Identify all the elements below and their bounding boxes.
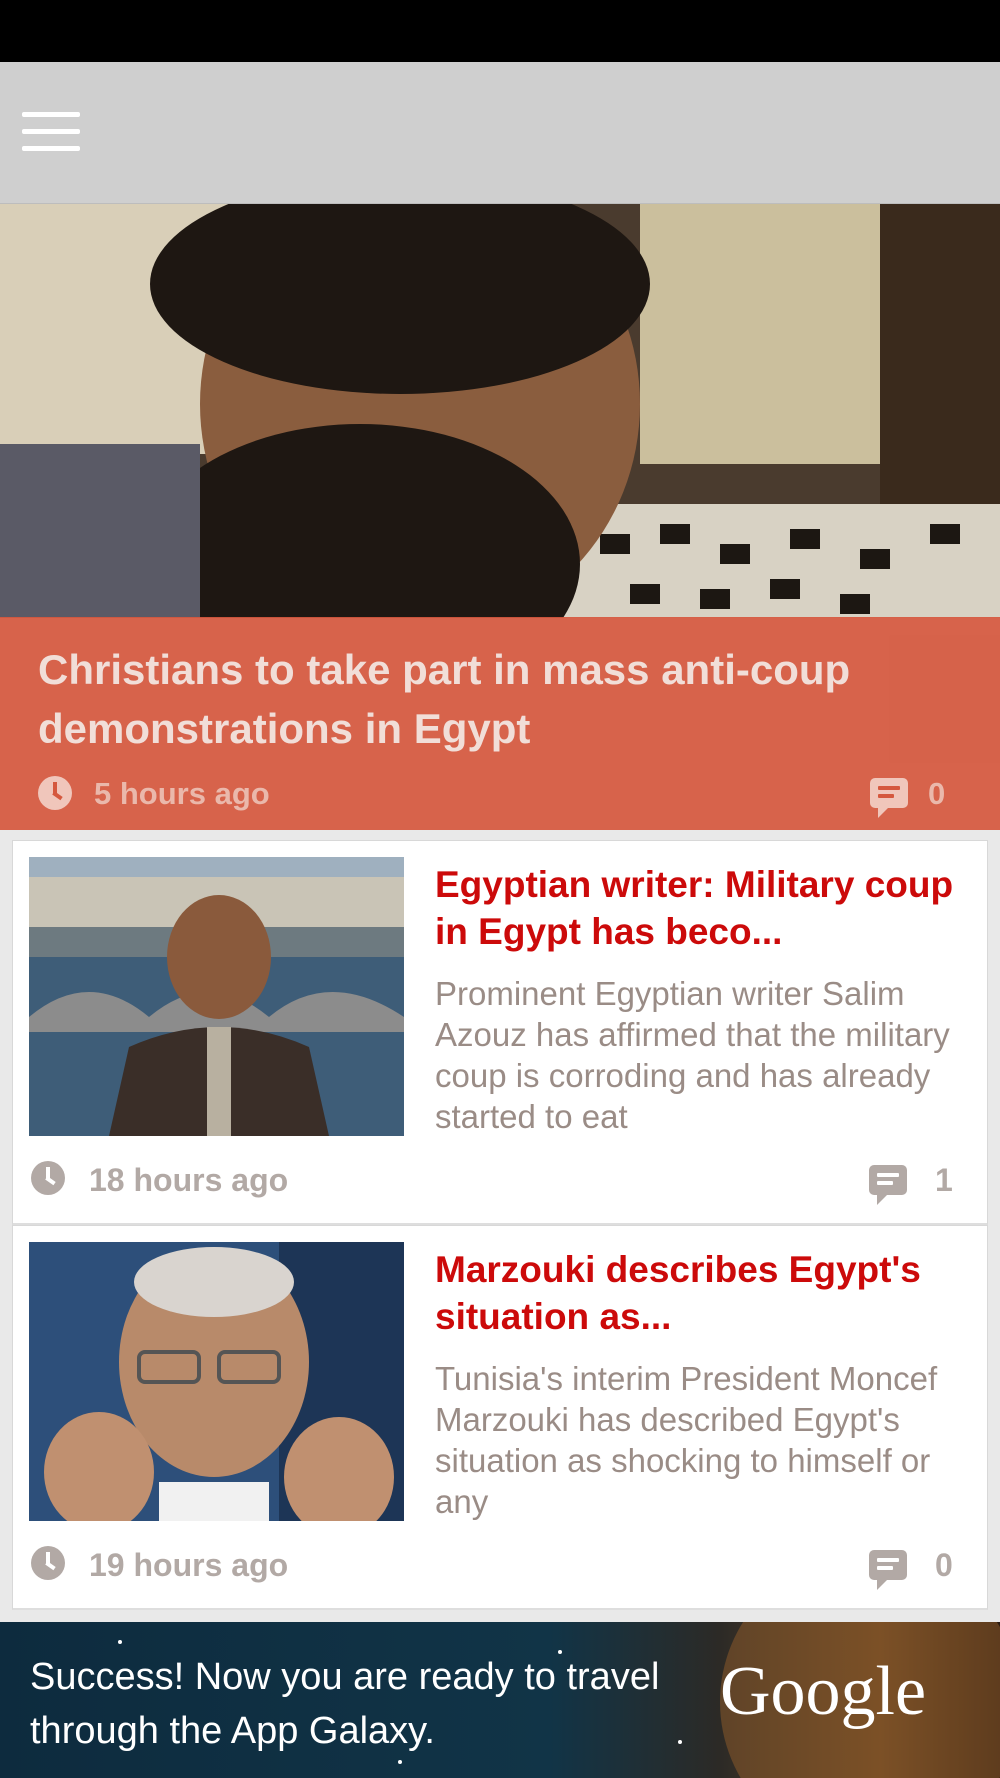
featured-article-comment-count[interactable]: 0: [928, 776, 945, 812]
ad-text: Success! Now you are ready to travel thr…: [30, 1656, 660, 1752]
article-time: 19 hours ago: [89, 1547, 289, 1583]
article-summary: Tunisia's interim President Moncef Marzo…: [435, 1360, 938, 1520]
app-toolbar: [0, 62, 1000, 204]
google-logo: Google: [720, 1653, 927, 1730]
status-bar: [0, 0, 1000, 62]
ad-banner[interactable]: Success! Now you are ready to travel thr…: [0, 1622, 1000, 1778]
article-comment-count[interactable]: 1: [935, 1162, 953, 1199]
featured-article-time: 5 hours ago: [94, 776, 270, 811]
clock-icon: [38, 776, 72, 810]
hamburger-menu-icon[interactable]: [22, 112, 80, 152]
article-time: 18 hours ago: [89, 1162, 289, 1198]
article-list: Egyptian writer: Military coup in Egypt …: [12, 840, 988, 1610]
article-title[interactable]: Egyptian writer: Military coup in Egypt …: [435, 861, 965, 955]
article-summary: Prominent Egyptian writer Salim Azouz ha…: [435, 975, 950, 1135]
featured-article-meta: 5 hours ago 0: [38, 770, 958, 820]
article-thumbnail: [29, 1242, 404, 1521]
article-card[interactable]: Egyptian writer: Military coup in Egypt …: [12, 840, 988, 1225]
featured-article[interactable]: Christians to take part in mass anti-cou…: [0, 204, 1000, 830]
featured-article-title[interactable]: Christians to take part in mass anti-cou…: [38, 640, 968, 758]
featured-article-image: [0, 204, 1000, 618]
article-thumbnail: [29, 857, 404, 1136]
article-comment-count[interactable]: 0: [935, 1547, 953, 1584]
comment-icon[interactable]: [869, 1550, 907, 1590]
article-meta: 18 hours ago 1: [31, 1159, 961, 1205]
clock-icon: [31, 1161, 65, 1195]
comment-icon[interactable]: [870, 778, 908, 818]
comment-icon[interactable]: [869, 1165, 907, 1205]
clock-icon: [31, 1546, 65, 1580]
article-title[interactable]: Marzouki describes Egypt's situation as.…: [435, 1246, 965, 1340]
article-card[interactable]: Marzouki describes Egypt's situation as.…: [12, 1225, 988, 1610]
article-meta: 19 hours ago 0: [31, 1544, 961, 1590]
